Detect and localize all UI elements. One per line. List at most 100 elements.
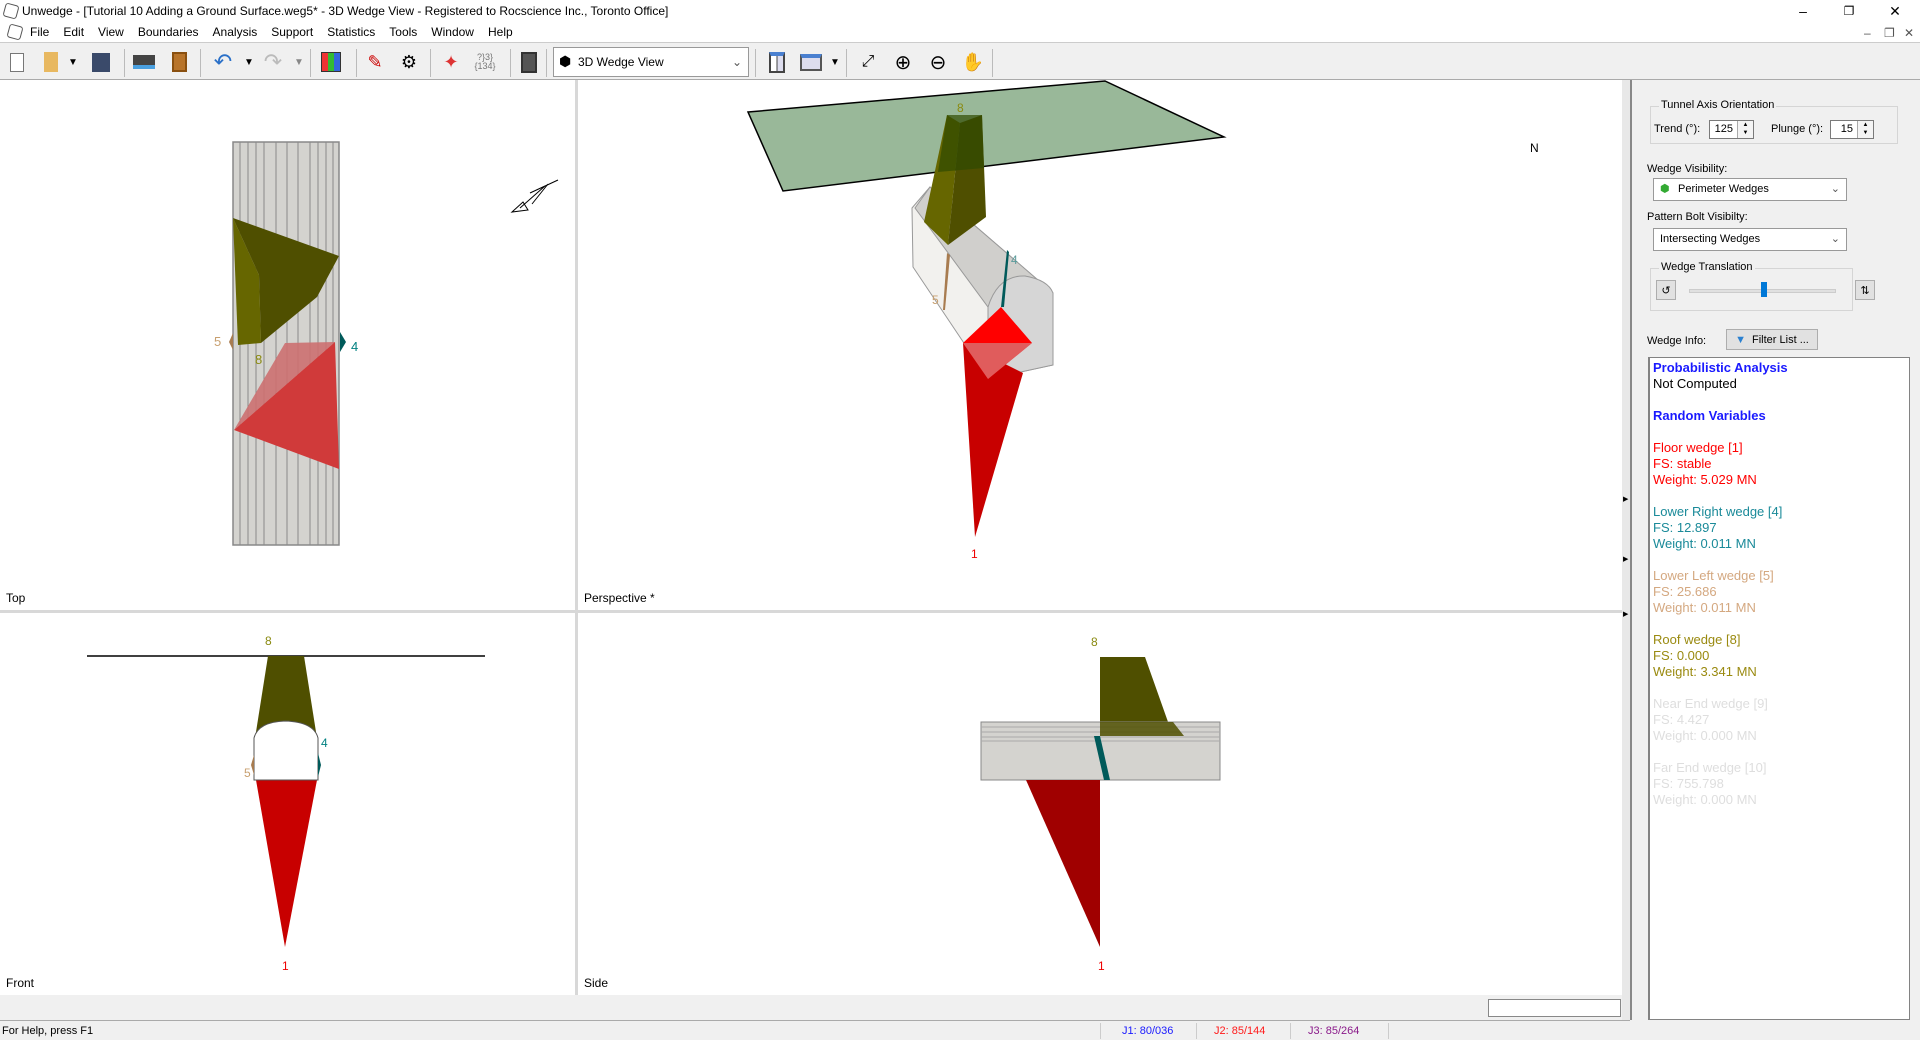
- menu-edit[interactable]: Edit: [63, 25, 84, 39]
- horizontal-scroll-area: [0, 995, 1622, 1020]
- expand-arrow-icon[interactable]: ▶: [1623, 555, 1628, 563]
- viewport-label-front: Front: [6, 976, 35, 990]
- filter-icon: ▼: [1735, 333, 1747, 346]
- compute-icon[interactable]: ✦: [438, 49, 464, 75]
- wedge-view-icon: ⬢: [559, 53, 572, 69]
- wedge-info-fs: FS: 25.686: [1653, 584, 1717, 599]
- undo-dropdown-icon[interactable]: ▼: [236, 49, 262, 75]
- trend-spinner[interactable]: ▲ ▼: [1737, 121, 1753, 138]
- close-button[interactable]: ✕: [1872, 0, 1918, 22]
- chevron-down-icon: ⌄: [731, 55, 742, 69]
- menu-bar: File Edit View Boundaries Analysis Suppo…: [0, 22, 1920, 42]
- lower-left-wedge: [251, 755, 254, 775]
- save-icon[interactable]: [88, 49, 114, 75]
- doc-icon: [6, 23, 24, 41]
- tunnel-axis-title: Tunnel Axis Orientation: [1659, 99, 1777, 111]
- expand-arrow-icon[interactable]: ▶: [1623, 610, 1628, 618]
- filter-list-label: Filter List ...: [1752, 333, 1809, 346]
- menu-support[interactable]: Support: [271, 25, 313, 39]
- top-viewport[interactable]: 5 8 4 Top: [0, 80, 575, 610]
- menu-analysis[interactable]: Analysis: [213, 25, 258, 39]
- toolbar: ▼ ↶ ▼ ↷ ▼ ✎ ⚙ ✦ ?}3} {134} ⬢ 3D Wedge Vie…: [0, 42, 1920, 80]
- wedge-visibility-label: Wedge Visibility:: [1647, 163, 1728, 175]
- wedge-info-name: Lower Left wedge [5]: [1653, 568, 1774, 583]
- menu-boundaries[interactable]: Boundaries: [138, 25, 199, 39]
- trend-input[interactable]: 125 ▲ ▼: [1709, 120, 1754, 139]
- front-viewport[interactable]: 8 4 5 1 Front: [0, 613, 575, 995]
- plunge-label: Plunge (°):: [1771, 123, 1824, 135]
- random-variables-title: Random Variables: [1653, 408, 1766, 423]
- wedge-info-name: Roof wedge [8]: [1653, 632, 1741, 647]
- minimize-button[interactable]: –: [1780, 0, 1826, 22]
- wedge-label-5: 5: [932, 293, 939, 307]
- settings-sheet-icon[interactable]: ⚙: [396, 49, 422, 75]
- zoom-in-icon[interactable]: ⊕: [890, 49, 916, 75]
- expand-arrow-icon[interactable]: ▶: [1623, 495, 1628, 503]
- lower-right-wedge: [318, 753, 321, 777]
- wedge-visibility-dropdown[interactable]: ⬢ Perimeter Wedges ⌄: [1653, 178, 1847, 201]
- ground-surface: [746, 80, 1227, 192]
- query-icon-text: {134}: [474, 61, 496, 71]
- new-view-dropdown-icon[interactable]: ▼: [822, 49, 848, 75]
- menu-view[interactable]: View: [98, 25, 124, 39]
- print-icon[interactable]: [131, 49, 157, 75]
- color-grid-icon[interactable]: [318, 49, 344, 75]
- translation-slider[interactable]: [1689, 282, 1836, 297]
- window-title: Unwedge - [Tutorial 10 Adding a Ground S…: [22, 4, 669, 18]
- translate-animate-button[interactable]: ⇅: [1855, 280, 1875, 300]
- wedge-info-name: Near End wedge [9]: [1653, 696, 1768, 711]
- mdi-restore-button[interactable]: ❐: [1884, 26, 1895, 40]
- view-select-dropdown[interactable]: ⬢ 3D Wedge View ⌄: [553, 47, 749, 77]
- undo-icon[interactable]: ↶: [210, 49, 236, 75]
- edit-icon[interactable]: ✎: [362, 49, 388, 75]
- perspective-viewport[interactable]: 8 4 5 1 N Perspective *: [578, 80, 1622, 610]
- menu-help[interactable]: Help: [488, 25, 513, 39]
- progress-box: [1488, 999, 1621, 1017]
- mdi-close-button[interactable]: ✕: [1904, 26, 1914, 40]
- new-view-icon[interactable]: [798, 49, 824, 75]
- wedge-label-8: 8: [957, 101, 964, 115]
- viewport-label-side: Side: [584, 976, 609, 990]
- translate-reset-button[interactable]: ↺: [1656, 280, 1676, 300]
- wedge-visibility-icon: ⬢: [1660, 183, 1670, 195]
- wedge-translation-title: Wedge Translation: [1659, 261, 1755, 273]
- wedge-info-weight: Weight: 5.029 MN: [1653, 472, 1757, 487]
- filter-list-button[interactable]: ▼ Filter List ...: [1726, 329, 1818, 350]
- calculator-icon[interactable]: [516, 49, 542, 75]
- zoom-out-icon[interactable]: ⊖: [925, 49, 951, 75]
- restore-button[interactable]: ❐: [1826, 0, 1872, 22]
- pan-icon[interactable]: ✋: [960, 49, 986, 75]
- wedge-info-name: Floor wedge [1]: [1653, 440, 1743, 455]
- north-indicator: N: [1530, 141, 1539, 155]
- wedge-label-4: 4: [351, 339, 358, 354]
- viewport-label-perspective: Perspective *: [584, 591, 655, 605]
- bolt-visibility-dropdown[interactable]: Intersecting Wedges ⌄: [1653, 228, 1847, 251]
- redo-dropdown-icon: ▼: [294, 56, 304, 68]
- menu-statistics[interactable]: Statistics: [327, 25, 375, 39]
- status-j2: J2: 85/144: [1214, 1025, 1266, 1037]
- wedge-info-fs: FS: stable: [1653, 456, 1712, 471]
- menu-file[interactable]: File: [30, 25, 49, 39]
- title-bar: Unwedge - [Tutorial 10 Adding a Ground S…: [0, 0, 1920, 22]
- split-view-icon[interactable]: [764, 49, 790, 75]
- info-query-icon: ?}3} {134}: [474, 52, 496, 71]
- wedge-label-8: 8: [1091, 635, 1098, 649]
- wedge-info-fs: FS: 755.798: [1653, 776, 1724, 791]
- menu-tools[interactable]: Tools: [389, 25, 417, 39]
- plunge-spinner[interactable]: ▲ ▼: [1857, 121, 1873, 138]
- panel-splitter[interactable]: ▶ ▶ ▶: [1622, 80, 1630, 1020]
- plunge-input[interactable]: 15 ▲ ▼: [1830, 120, 1874, 139]
- zoom-extents-icon[interactable]: ⤢: [855, 49, 881, 75]
- dropdown-arrow-icon[interactable]: ▼: [60, 49, 86, 75]
- new-file-icon[interactable]: [4, 49, 30, 75]
- wedge-info-box[interactable]: Probabilistic Analysis Not Computed Rand…: [1648, 357, 1910, 1020]
- export-icon[interactable]: [166, 49, 192, 75]
- wedge-info-weight: Weight: 3.341 MN: [1653, 664, 1757, 679]
- menu-window[interactable]: Window: [431, 25, 474, 39]
- trend-value: 125: [1714, 123, 1733, 135]
- slider-thumb[interactable]: [1760, 282, 1767, 297]
- wedge-label-4: 4: [1011, 253, 1018, 267]
- app-icon: [2, 2, 20, 20]
- mdi-minimize-button[interactable]: –: [1864, 26, 1871, 40]
- side-viewport[interactable]: 8 1 Side: [578, 613, 1622, 995]
